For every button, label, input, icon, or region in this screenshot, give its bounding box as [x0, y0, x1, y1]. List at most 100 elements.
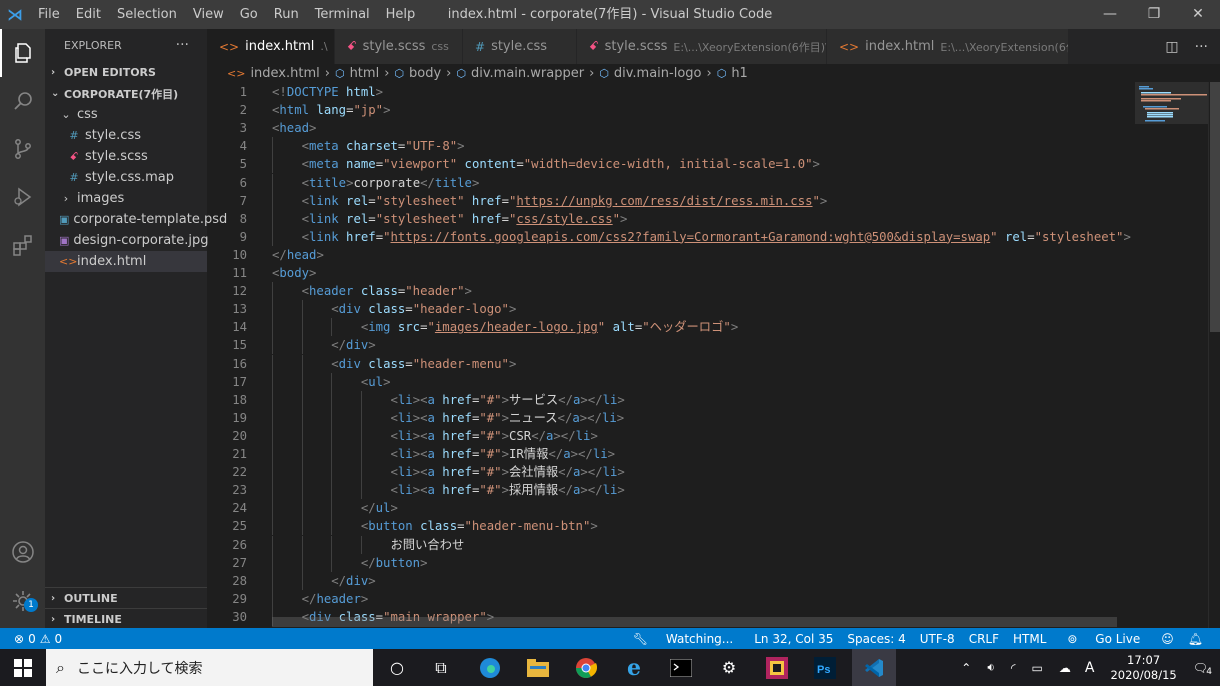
action-center-icon[interactable]: 🗨︎ 4: [1187, 661, 1220, 677]
breadcrumb-item[interactable]: html: [350, 66, 380, 81]
code-token: </: [331, 573, 347, 588]
wifi-icon[interactable]: ◜: [1003, 661, 1024, 675]
cursor-position[interactable]: Ln 32, Col 35: [747, 632, 840, 646]
editor-tab[interactable]: ꗃ style.scss css: [335, 29, 463, 64]
problems-indicator[interactable]: ⊗ 0 ⚠ 0: [0, 632, 62, 646]
line-number: 8: [239, 211, 247, 226]
line-number: 9: [239, 229, 247, 244]
editor-tab[interactable]: <>index.html.\✕: [207, 29, 335, 64]
outline-section[interactable]: › OUTLINE: [45, 587, 207, 608]
explorer-icon[interactable]: [0, 29, 45, 77]
watching-status[interactable]: 🔧︎ Watching...: [619, 632, 747, 646]
go-live-button[interactable]: ⊚ Go Live: [1053, 632, 1154, 646]
cortana-icon[interactable]: ○: [377, 649, 417, 686]
more-actions-icon[interactable]: ···: [176, 37, 189, 53]
clock[interactable]: 17:07 2020/08/15: [1110, 653, 1176, 683]
menu-item-file[interactable]: File: [30, 0, 68, 29]
timeline-section[interactable]: › TIMELINE: [45, 608, 207, 629]
code-token: https://unpkg.com/ress/dist/ress.min.css: [516, 193, 813, 208]
code-line: 12 <header class="header">: [207, 282, 1135, 301]
internet-explorer-icon[interactable]: e: [614, 649, 654, 686]
code-token: charset: [338, 139, 398, 154]
taskbar-search-box[interactable]: ⌕ ここに入力して検索: [46, 649, 373, 686]
tree-item[interactable]: ꗃ style.scss: [45, 146, 207, 167]
settings-gear-icon[interactable]: ⚙: [709, 649, 749, 686]
folder-section[interactable]: ⌄ CORPORATE(7作目): [45, 83, 207, 104]
minimap[interactable]: [1135, 82, 1208, 628]
menu-item-help[interactable]: Help: [378, 0, 424, 29]
close-icon[interactable]: ✕: [1176, 0, 1220, 29]
show-hidden-icons-icon[interactable]: ⌃: [953, 661, 979, 675]
code-token: <: [390, 410, 398, 425]
tree-item[interactable]: ▣ corporate-template.psd: [45, 209, 227, 230]
tree-item[interactable]: ▣ design-corporate.jpg: [45, 230, 209, 251]
menu-item-run[interactable]: Run: [266, 0, 307, 29]
menu-item-selection[interactable]: Selection: [109, 0, 185, 29]
line-number: 24: [232, 501, 247, 516]
horizontal-scrollbar[interactable]: [272, 617, 1117, 627]
tree-item[interactable]: # style.css: [45, 125, 207, 146]
split-editor-icon[interactable]: ◫: [1165, 39, 1178, 55]
manage-gear-icon[interactable]: [0, 577, 45, 625]
vscode-taskbar-icon[interactable]: [852, 649, 896, 686]
extensions-icon[interactable]: [0, 221, 45, 269]
code-line: 7 <link rel="stylesheet" href="https://u…: [207, 191, 1135, 210]
code-token: "header": [405, 284, 465, 299]
breadcrumb-item[interactable]: div.main-logo: [614, 66, 702, 81]
editor-tab[interactable]: # style.css: [463, 29, 577, 64]
source-control-icon[interactable]: [0, 125, 45, 173]
volume-icon[interactable]: 🔉︎: [979, 660, 1003, 675]
open-editors-section[interactable]: › OPEN EDITORS: [45, 62, 207, 83]
battery-icon[interactable]: ▭: [1024, 661, 1051, 675]
notifications-bell-icon[interactable]: 🔔︎: [1181, 632, 1210, 646]
feedback-icon[interactable]: ☺: [1154, 632, 1181, 646]
tree-item[interactable]: # style.css.map: [45, 167, 207, 188]
code-token: "width=device-width, initial-scale=1.0": [523, 157, 813, 172]
code-editor[interactable]: 1 <!DOCTYPE html> 2 <html lang="jp"> 3 <head>…: [207, 82, 1135, 628]
code-line: 14 <img src="images/header-logo.jpg" alt…: [207, 318, 1135, 337]
code-token: >: [316, 247, 324, 262]
tree-item[interactable]: <> index.html: [45, 251, 207, 272]
breadcrumb-item[interactable]: body: [409, 66, 441, 81]
menu-item-view[interactable]: View: [185, 0, 232, 29]
tree-item[interactable]: › images: [45, 188, 207, 209]
code-line: 21 <li><a href="#">IR情報</a></li>: [207, 445, 1135, 464]
minimize-icon[interactable]: —: [1088, 0, 1132, 29]
task-view-icon[interactable]: ⧉: [421, 649, 461, 686]
breadcrumb-item[interactable]: div.main.wrapper: [471, 66, 584, 81]
app-tile-icon[interactable]: [757, 649, 797, 686]
encoding[interactable]: UTF-8: [913, 632, 962, 646]
menu-item-terminal[interactable]: Terminal: [307, 0, 378, 29]
language-mode[interactable]: HTML: [1006, 632, 1053, 646]
onedrive-cloud-icon[interactable]: ☁: [1051, 661, 1079, 675]
code-token: <: [301, 211, 310, 226]
file-type-icon: #: [69, 129, 79, 142]
menu-item-go[interactable]: Go: [232, 0, 266, 29]
search-icon[interactable]: [0, 77, 45, 125]
chrome-icon[interactable]: [566, 649, 606, 686]
breadcrumb-item[interactable]: h1: [731, 66, 748, 81]
account-icon[interactable]: [0, 528, 45, 576]
scrollbar-thumb[interactable]: [1210, 82, 1220, 332]
code-token: "#": [479, 465, 502, 480]
file-type-icon: <>: [839, 39, 860, 54]
breadcrumb-item[interactable]: index.html: [250, 66, 319, 81]
ime-indicator[interactable]: A: [1079, 660, 1101, 676]
vertical-scrollbar[interactable]: [1208, 82, 1220, 628]
code-token: </: [420, 175, 435, 190]
editor-tab[interactable]: ꗃ style.scss E:\...\XeoryExtension(6作目)\..…: [577, 29, 827, 64]
file-explorer-icon[interactable]: [518, 649, 558, 686]
terminal-icon[interactable]: [661, 649, 701, 686]
indentation[interactable]: Spaces: 4: [840, 632, 912, 646]
editor-tab[interactable]: <> index.html E:\...\XeoryExtension(6作目): [827, 29, 1069, 64]
windows-start-icon[interactable]: [0, 649, 46, 686]
tree-item[interactable]: ⌄ css: [45, 104, 207, 125]
run-debug-icon[interactable]: [0, 173, 45, 221]
menu-item-edit[interactable]: Edit: [68, 0, 109, 29]
restore-icon[interactable]: ❐: [1132, 0, 1176, 29]
edge-browser-icon[interactable]: [470, 649, 510, 686]
line-ending[interactable]: CRLF: [962, 632, 1006, 646]
photoshop-icon[interactable]: Ps: [805, 649, 845, 686]
more-actions-icon[interactable]: ···: [1195, 39, 1208, 55]
